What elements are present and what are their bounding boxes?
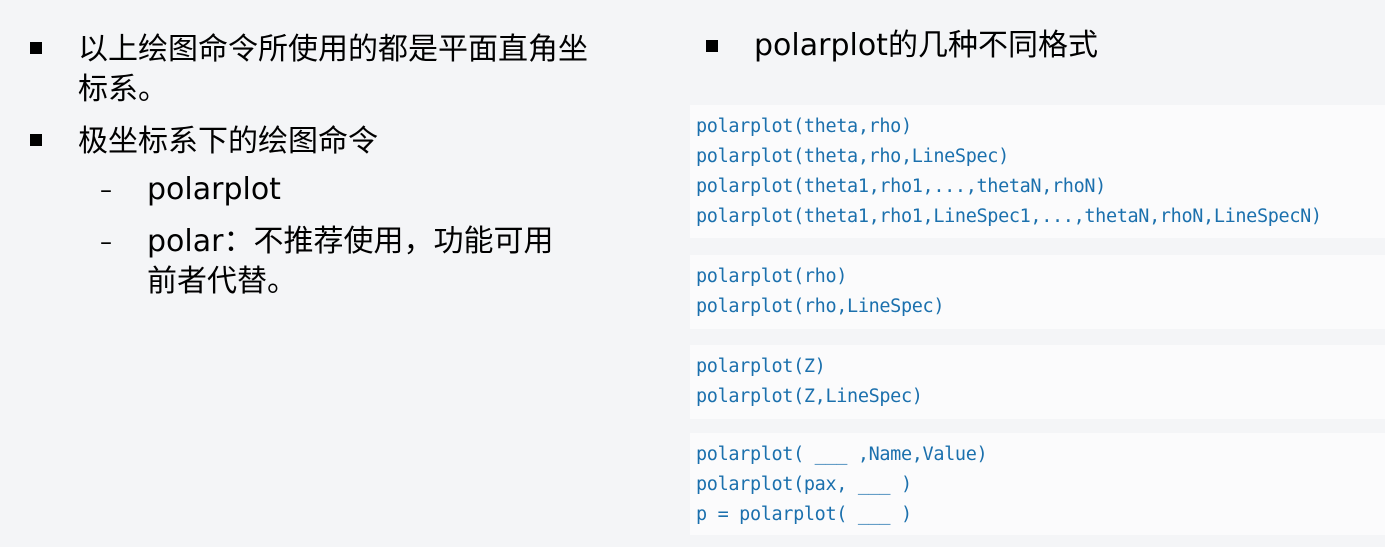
bullet-item: 以上绘图命令所使用的都是平面直角坐标系。 bbox=[30, 30, 588, 110]
code-line: polarplot(theta,rho,LineSpec) bbox=[696, 146, 1009, 167]
sub-bullet-text: polarplot bbox=[147, 172, 281, 207]
sub-bullet-text: polar：不推荐使用，功能可用前者代替。 bbox=[147, 224, 554, 299]
square-bullet-icon bbox=[30, 42, 42, 54]
code-block: polarplot(rho) polarplot(rho,LineSpec) bbox=[690, 255, 1385, 329]
code-line: polarplot(Z) bbox=[696, 356, 826, 377]
code-line: polarplot(theta1,rho1,...,thetaN,rhoN) bbox=[696, 176, 1106, 197]
sub-bullet-item: – polarplot bbox=[100, 170, 567, 210]
code-line: polarplot(rho) bbox=[696, 266, 848, 287]
right-heading: polarplot的几种不同格式 bbox=[706, 26, 1354, 66]
code-line: polarplot(pax, ___ ) bbox=[696, 474, 912, 495]
square-bullet-icon bbox=[706, 40, 718, 52]
code-line: polarplot( ___ ,Name,Value) bbox=[696, 444, 988, 465]
code-block: polarplot(Z) polarplot(Z,LineSpec) bbox=[690, 345, 1385, 419]
bullet-text: 以上绘图命令所使用的都是平面直角坐标系。 bbox=[78, 32, 588, 107]
square-bullet-icon bbox=[30, 134, 42, 146]
sub-bullet-item: – polar：不推荐使用，功能可用前者代替。 bbox=[100, 222, 567, 302]
dash-bullet-icon: – bbox=[100, 176, 112, 204]
code-block: polarplot(theta,rho) polarplot(theta,rho… bbox=[690, 105, 1385, 238]
right-heading-text: polarplot的几种不同格式 bbox=[754, 28, 1098, 63]
bullet-text: 极坐标系下的绘图命令 bbox=[78, 124, 378, 159]
bullet-item: 极坐标系下的绘图命令 bbox=[30, 122, 588, 162]
code-block: polarplot( ___ ,Name,Value) polarplot(pa… bbox=[690, 433, 1385, 535]
code-line: polarplot(Z,LineSpec) bbox=[696, 386, 923, 407]
code-line: p = polarplot( ___ ) bbox=[696, 504, 912, 525]
left-column: 以上绘图命令所使用的都是平面直角坐标系。 极坐标系下的绘图命令 – polarp… bbox=[0, 0, 660, 547]
code-line: polarplot(theta,rho) bbox=[696, 116, 912, 137]
code-syntax-panel: polarplot(theta,rho) polarplot(theta,rho… bbox=[690, 105, 1385, 535]
code-line: polarplot(rho,LineSpec) bbox=[696, 296, 945, 317]
code-line: polarplot(theta1,rho1,LineSpec1,...,thet… bbox=[696, 206, 1322, 227]
dash-bullet-icon: – bbox=[100, 228, 112, 256]
